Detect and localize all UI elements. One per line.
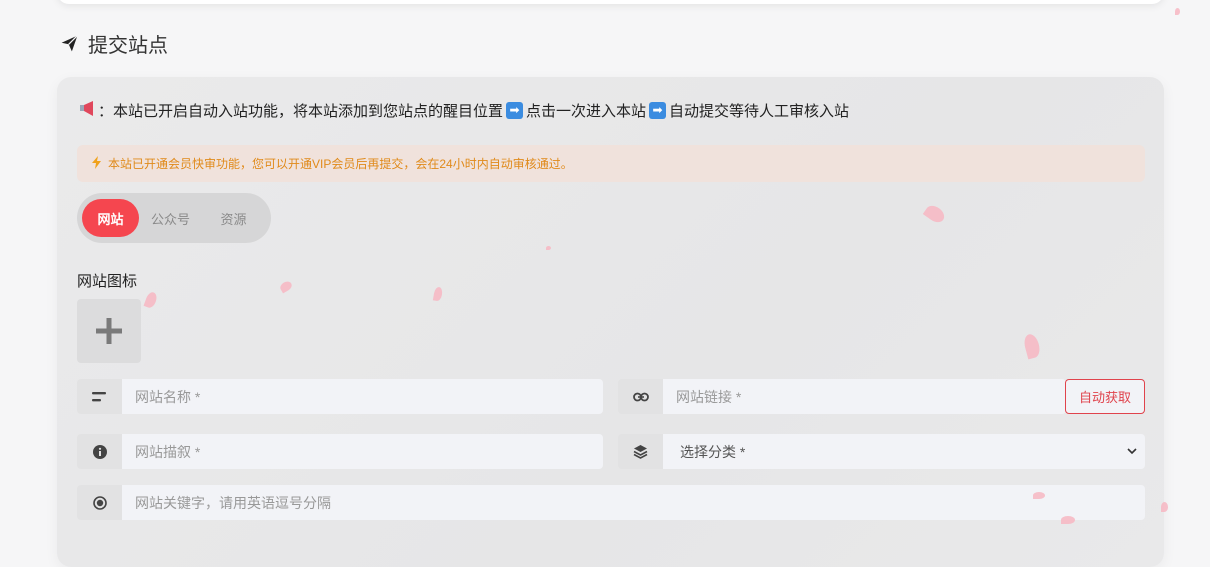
petal-decoration <box>1175 8 1180 15</box>
site-desc-input[interactable] <box>122 434 603 469</box>
petal-decoration <box>1161 502 1168 512</box>
section-header: 提交站点 <box>60 30 168 57</box>
petal-decoration <box>1061 516 1075 524</box>
site-name-input[interactable] <box>122 379 603 414</box>
auto-fetch-button[interactable]: 自动获取 <box>1065 379 1145 414</box>
bolt-icon <box>92 155 101 172</box>
tab-official-account[interactable]: 公众号 <box>139 199 202 237</box>
tab-resource[interactable]: 资源 <box>202 199 265 237</box>
section-title: 提交站点 <box>88 34 168 57</box>
arrow-right-icon: ➡ <box>506 101 524 119</box>
category-field: 选择分类 * <box>618 434 1145 469</box>
chevron-down-icon <box>1127 448 1137 455</box>
notice-text-2: 点击一次进入本站 <box>526 102 647 120</box>
notice-text-3: 自动提交等待人工审核入站 <box>669 102 850 120</box>
vip-alert-text: 本站已开通会员快审功能，您可以开通VIP会员后再提交，会在24小时内自动审核通过… <box>108 157 573 171</box>
arrow-right-icon: ➡ <box>649 101 667 119</box>
site-url-field: 自动获取 <box>618 379 1145 414</box>
link-icon <box>618 379 663 414</box>
text-lines-icon <box>77 379 122 414</box>
auto-submit-notice: ：本站已开启自动入站功能，将本站添加到您站点的醒目位置 ➡ 点击一次进入本站 ➡… <box>79 98 849 122</box>
notice-text-1: ：本站已开启自动入站功能，将本站添加到您站点的醒目位置 <box>98 102 504 120</box>
site-url-input[interactable] <box>663 379 1066 414</box>
radio-dot-icon <box>77 485 122 520</box>
category-select[interactable]: 选择分类 * <box>663 434 1145 469</box>
keywords-field <box>77 485 1145 520</box>
site-desc-field <box>77 434 603 469</box>
submit-type-tabs: 网站 公众号 资源 <box>77 193 271 243</box>
paper-plane-icon <box>61 34 78 51</box>
layers-icon <box>618 434 663 469</box>
info-circle-icon <box>77 434 122 469</box>
megaphone-icon <box>79 100 96 120</box>
tab-website[interactable]: 网站 <box>82 199 139 237</box>
plus-icon <box>96 318 122 344</box>
keywords-input[interactable] <box>122 485 1145 520</box>
upload-icon-button[interactable] <box>77 299 141 363</box>
petal-decoration <box>1033 492 1045 499</box>
petal-decoration <box>546 246 551 250</box>
site-name-field <box>77 379 603 414</box>
site-icon-label: 网站图标 <box>77 273 138 290</box>
previous-card <box>57 0 1164 4</box>
vip-fast-review-alert: 本站已开通会员快审功能，您可以开通VIP会员后再提交，会在24小时内自动审核通过… <box>77 145 1145 182</box>
